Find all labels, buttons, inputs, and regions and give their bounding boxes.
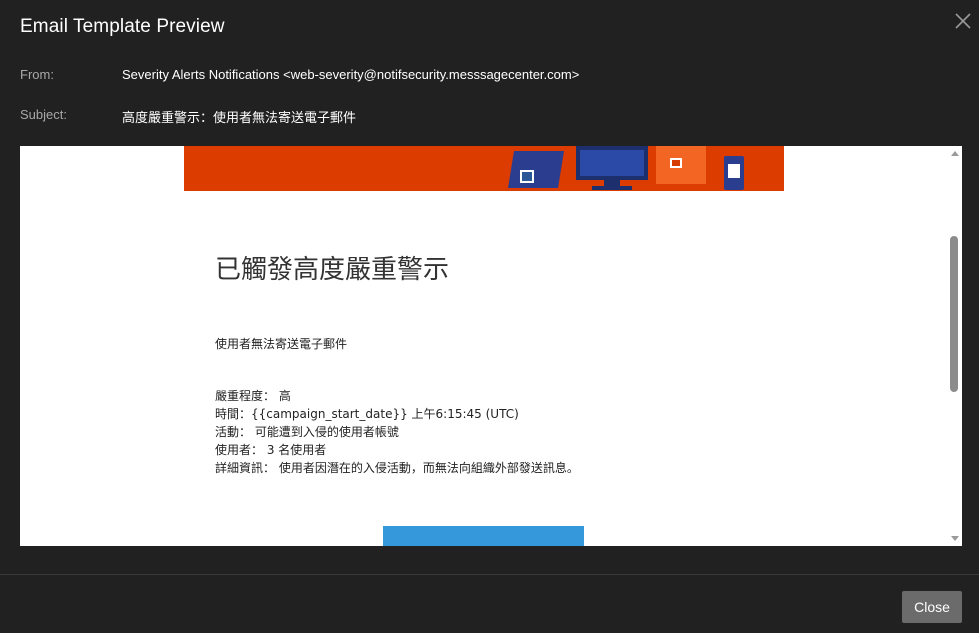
- from-row: From: Severity Alerts Notifications <web…: [0, 67, 979, 87]
- subject-label: Subject:: [20, 107, 67, 122]
- from-label: From:: [20, 67, 54, 82]
- subject-value: 高度嚴重警示：使用者無法寄送電子郵件: [122, 110, 357, 125]
- detail-time: 時間：{{campaign_start_date}} 上午6:15:45 (UT…: [215, 407, 519, 421]
- email-summary: 使用者無法寄送電子郵件: [215, 337, 348, 351]
- subject-row: Subject: 高度嚴重警示：使用者無法寄送電子郵件: [0, 107, 979, 127]
- email-banner: [184, 146, 784, 191]
- from-value: Severity Alerts Notifications <web-sever…: [122, 67, 580, 82]
- scroll-down-arrow-icon[interactable]: [951, 536, 959, 541]
- close-x-icon[interactable]: [952, 10, 974, 32]
- devices-illustration-icon: [508, 146, 744, 190]
- email-template-preview-dialog: Email Template Preview From: Severity Al…: [0, 0, 979, 633]
- footer-divider: [0, 574, 979, 575]
- detail-activity: 活動： 可能遭到入侵的使用者帳號: [215, 425, 399, 439]
- dialog-title: Email Template Preview: [20, 16, 225, 37]
- detail-info: 詳細資訊： 使用者因潛在的入侵活動，而無法向組織外部發送訊息。: [215, 461, 579, 475]
- detail-severity: 嚴重程度： 高: [215, 389, 291, 403]
- email-heading: 已觸發高度嚴重警示: [215, 255, 450, 285]
- email-preview-frame[interactable]: 已觸發高度嚴重警示 使用者無法寄送電子郵件 嚴重程度： 高 時間：{{campa…: [20, 146, 962, 546]
- preview-scrollbar[interactable]: [948, 146, 962, 546]
- close-x-glyph: [955, 13, 971, 29]
- email-cta-button[interactable]: [383, 526, 584, 546]
- scroll-thumb[interactable]: [950, 236, 958, 392]
- close-button[interactable]: Close: [902, 591, 962, 623]
- scroll-up-arrow-icon[interactable]: [951, 151, 959, 156]
- detail-users: 使用者： 3 名使用者: [215, 443, 327, 457]
- alert-details: 嚴重程度： 高 時間：{{campaign_start_date}} 上午6:1…: [215, 387, 579, 477]
